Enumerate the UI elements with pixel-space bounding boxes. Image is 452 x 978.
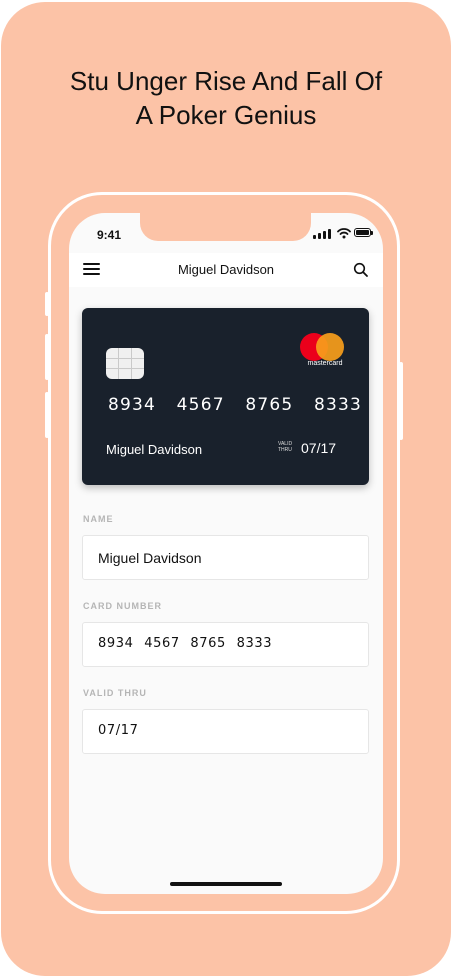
- name-field[interactable]: Miguel Davidson: [82, 535, 369, 580]
- card-brand: mastercard: [307, 360, 343, 367]
- home-indicator[interactable]: [170, 882, 282, 886]
- headline-line-2: A Poker Genius: [135, 100, 317, 130]
- valid-thru-label: VALID THRU: [83, 688, 147, 698]
- search-icon[interactable]: [353, 262, 369, 278]
- mastercard-logo: mastercard: [300, 333, 350, 367]
- battery-icon: [354, 228, 373, 237]
- silent-switch: [45, 292, 49, 316]
- chip-icon: [106, 348, 144, 379]
- headline-line-1: Stu Unger Rise And Fall Of: [69, 66, 383, 96]
- valid-thru-field[interactable]: 07/17: [82, 709, 369, 754]
- card-number-value: 8934 4567 8765 8333: [98, 636, 273, 651]
- menu-icon[interactable]: [83, 263, 100, 276]
- power-button: [399, 362, 403, 440]
- card-number-display: 8934 4567 8765 8333: [108, 395, 363, 415]
- volume-down-button: [45, 392, 49, 438]
- name-value: Miguel Davidson: [98, 550, 202, 566]
- card-number-field[interactable]: 8934 4567 8765 8333: [82, 622, 369, 667]
- card-number-label: CARD NUMBER: [83, 601, 162, 611]
- volume-up-button: [45, 334, 49, 380]
- wifi-icon: [337, 228, 351, 239]
- valid-thru-value: 07/17: [98, 723, 139, 738]
- headline: Stu Unger Rise And Fall Of A Poker Geniu…: [20, 64, 432, 132]
- name-label: NAME: [83, 514, 114, 524]
- phone-screen: 9:41 Miguel Davidson mastercard 8934 456…: [69, 213, 383, 894]
- status-icons: [313, 227, 373, 239]
- valid-caption-line-2: THRU: [278, 447, 292, 453]
- credit-card[interactable]: mastercard 8934 4567 8765 8333 Miguel Da…: [82, 308, 369, 485]
- phone-notch: [140, 213, 311, 241]
- card-expiry-display: 07/17: [301, 440, 337, 456]
- card-holder-display: Miguel Davidson: [106, 442, 203, 457]
- page-title: Miguel Davidson: [177, 262, 275, 277]
- top-app-bar: Miguel Davidson: [69, 253, 383, 287]
- status-time: 9:41: [97, 228, 122, 242]
- valid-thru-caption: VALID THRU: [278, 441, 298, 453]
